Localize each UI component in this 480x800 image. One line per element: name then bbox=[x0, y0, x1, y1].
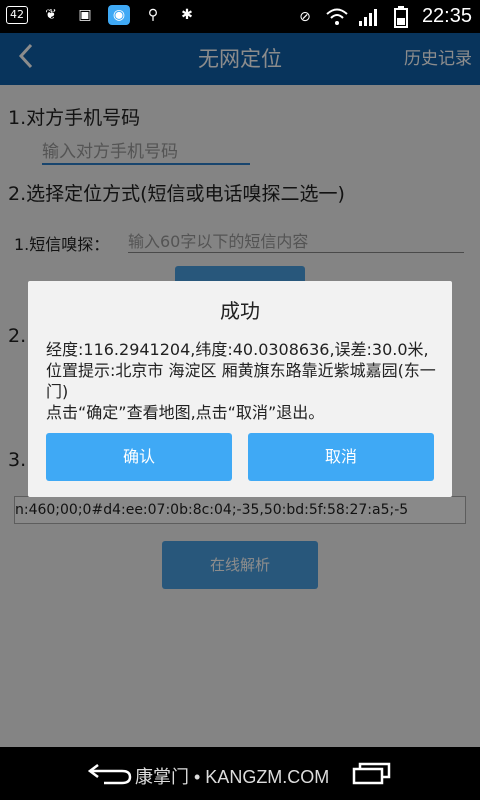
nav-back-button[interactable] bbox=[87, 761, 132, 785]
image-icon: ▣ bbox=[78, 7, 92, 23]
dialog-title: 成功 bbox=[220, 299, 260, 323]
watermark-text: 康掌门 • KANGZM.COM bbox=[135, 767, 330, 787]
confirm-button[interactable]: 确认 bbox=[46, 433, 232, 481]
recent-apps-icon bbox=[352, 762, 391, 785]
mute-icon: ⊘ bbox=[299, 8, 311, 25]
bug-icon: ✱ bbox=[181, 7, 193, 23]
back-arrow-icon bbox=[87, 764, 132, 785]
dialog-location-text: 经度:116.2941204,纬度:40.0308636,误差:30.0米,位置… bbox=[46, 340, 436, 401]
dialog-hint-text: 点击“确定”查看地图,点击“取消”退出。 bbox=[46, 403, 325, 422]
dialog-message: 经度:116.2941204,纬度:40.0308636,误差:30.0米,位置… bbox=[46, 339, 436, 423]
signal-icon bbox=[358, 7, 380, 27]
success-dialog: 成功 经度:116.2941204,纬度:40.0308636,误差:30.0米… bbox=[28, 281, 452, 497]
status-bar: 42 ❦ ▣ ◉ ⚲ ✱ ⊘ 22:35 bbox=[0, 0, 480, 33]
recent-apps-button[interactable] bbox=[352, 761, 392, 785]
clock: 22:35 bbox=[421, 5, 472, 27]
cancel-button[interactable]: 取消 bbox=[248, 433, 434, 481]
app-icon: ◉ bbox=[108, 5, 130, 25]
system-nav-bar: 康掌门 • KANGZM.COM bbox=[0, 747, 480, 800]
leaf-icon: ❦ bbox=[45, 7, 57, 23]
usb-icon: ⚲ bbox=[147, 7, 159, 23]
battery-icon bbox=[390, 5, 412, 28]
wifi-icon bbox=[326, 7, 348, 27]
notification-count-badge: 42 bbox=[6, 6, 28, 24]
